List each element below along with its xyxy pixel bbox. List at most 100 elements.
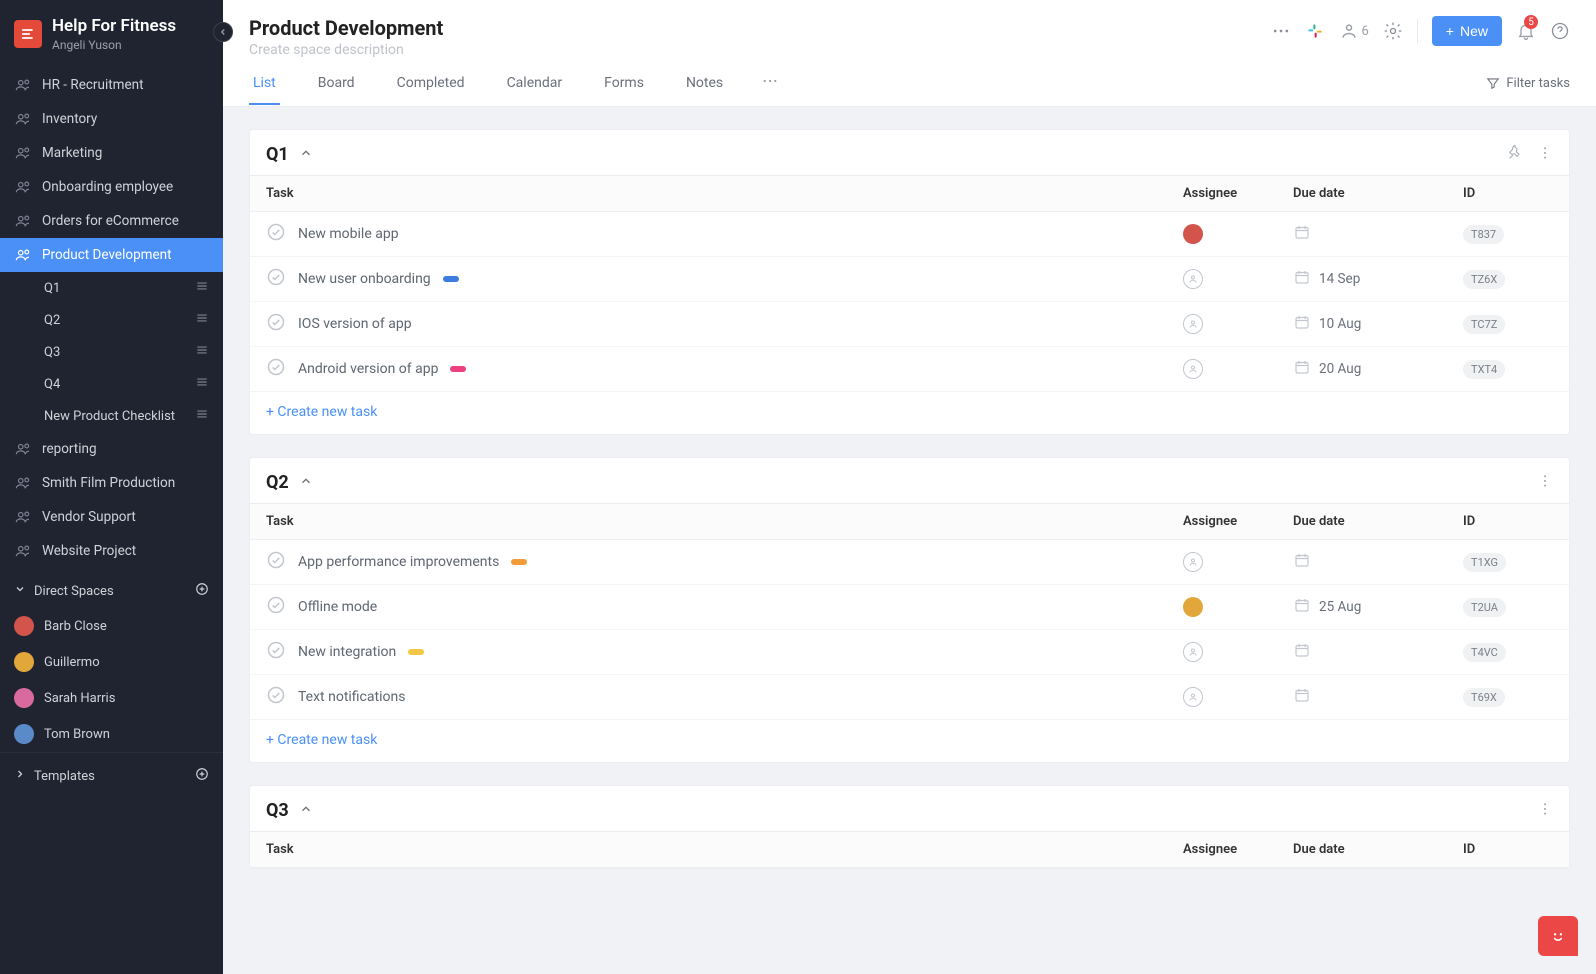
drag-grip-icon[interactable] <box>195 407 209 425</box>
calendar-icon[interactable] <box>1293 551 1311 573</box>
collapse-sidebar-button[interactable] <box>213 22 233 42</box>
due-date-text: 20 Aug <box>1319 361 1361 377</box>
chat-fab-button[interactable] <box>1538 916 1578 956</box>
drag-grip-icon[interactable] <box>195 375 209 393</box>
new-button[interactable]: + New <box>1432 16 1502 46</box>
view-tab[interactable]: Completed <box>393 75 469 103</box>
assignee-cell <box>1183 642 1293 662</box>
direct-spaces-header[interactable]: Direct Spaces <box>0 568 223 608</box>
calendar-icon[interactable] <box>1293 641 1311 663</box>
collapse-group-icon[interactable] <box>299 802 313 820</box>
complete-check-icon[interactable] <box>266 312 286 336</box>
task-row[interactable]: Text notificationsT69X <box>250 675 1569 720</box>
sidebar-space-item[interactable]: Inventory <box>0 102 223 136</box>
due-date-cell[interactable] <box>1293 641 1463 663</box>
content-scroll[interactable]: Q1TaskAssigneeDue dateIDNew mobile appT8… <box>223 107 1596 974</box>
assignee-avatar[interactable] <box>1183 224 1203 244</box>
workspace-name[interactable]: Help For Fitness <box>52 16 176 36</box>
unassigned-icon[interactable] <box>1183 314 1203 334</box>
assignee-cell <box>1183 269 1293 289</box>
complete-check-icon[interactable] <box>266 595 286 619</box>
unassigned-icon[interactable] <box>1183 552 1203 572</box>
view-tab[interactable]: Calendar <box>503 75 567 103</box>
group-more-icon[interactable] <box>1537 801 1553 821</box>
more-options-icon[interactable] <box>1271 21 1291 41</box>
settings-gear-icon[interactable] <box>1383 21 1403 41</box>
sidebar-sublist-item[interactable]: Q2 <box>0 304 223 336</box>
sidebar-space-item[interactable]: reporting <box>0 432 223 466</box>
view-tab[interactable]: Board <box>314 75 359 103</box>
direct-space-item[interactable]: Sarah Harris <box>0 680 223 716</box>
drag-grip-icon[interactable] <box>195 311 209 329</box>
sidebar-subitem-label: Q1 <box>44 281 60 296</box>
sidebar-sublist-item[interactable]: Q3 <box>0 336 223 368</box>
complete-check-icon[interactable] <box>266 640 286 664</box>
drag-grip-icon[interactable] <box>195 279 209 297</box>
slack-icon[interactable] <box>1305 21 1325 41</box>
sidebar-space-item[interactable]: Smith Film Production <box>0 466 223 500</box>
task-row[interactable]: New mobile appT837 <box>250 212 1569 257</box>
direct-space-item[interactable]: Barb Close <box>0 608 223 644</box>
unassigned-icon[interactable] <box>1183 269 1203 289</box>
direct-space-item[interactable]: Tom Brown <box>0 716 223 752</box>
due-date-cell[interactable] <box>1293 551 1463 573</box>
current-user-name[interactable]: Angeli Yuson <box>52 38 176 52</box>
unassigned-icon[interactable] <box>1183 359 1203 379</box>
complete-check-icon[interactable] <box>266 357 286 381</box>
complete-check-icon[interactable] <box>266 222 286 246</box>
complete-check-icon[interactable] <box>266 550 286 574</box>
task-row[interactable]: App performance improvementsT1XG <box>250 540 1569 585</box>
help-icon[interactable] <box>1550 21 1570 41</box>
pin-icon[interactable] <box>1507 145 1523 165</box>
assignee-avatar[interactable] <box>1183 597 1203 617</box>
unassigned-icon[interactable] <box>1183 642 1203 662</box>
view-tab[interactable]: Forms <box>600 75 648 103</box>
templates-section[interactable]: Templates <box>0 752 223 799</box>
due-date-cell[interactable]: 20 Aug <box>1293 358 1463 380</box>
task-name: Android version of app <box>298 361 438 377</box>
sidebar-sublist-item[interactable]: Q4 <box>0 368 223 400</box>
sidebar-sublist-item[interactable]: New Product Checklist <box>0 400 223 432</box>
add-template-icon[interactable] <box>195 767 209 785</box>
drag-grip-icon[interactable] <box>195 343 209 361</box>
task-row[interactable]: Android version of app20 AugTXT4 <box>250 347 1569 392</box>
user-avatar <box>14 688 34 708</box>
sidebar-space-item[interactable]: Product Development <box>0 238 223 272</box>
group-more-icon[interactable] <box>1537 145 1553 165</box>
sidebar-sublist-item[interactable]: Q1 <box>0 272 223 304</box>
sidebar-space-item[interactable]: HR - Recruitment <box>0 68 223 102</box>
space-description-placeholder[interactable]: Create space description <box>249 42 443 58</box>
calendar-icon[interactable] <box>1293 686 1311 708</box>
due-date-cell[interactable] <box>1293 686 1463 708</box>
unassigned-icon[interactable] <box>1183 687 1203 707</box>
sidebar-space-item[interactable]: Marketing <box>0 136 223 170</box>
task-row[interactable]: IOS version of app10 AugTC7Z <box>250 302 1569 347</box>
filter-tasks-button[interactable]: Filter tasks <box>1486 76 1570 103</box>
due-date-cell[interactable]: 25 Aug <box>1293 596 1463 618</box>
task-row[interactable]: New user onboarding14 SepTZ6X <box>250 257 1569 302</box>
share-button[interactable]: 6 <box>1339 21 1368 41</box>
group-more-icon[interactable] <box>1537 473 1553 493</box>
due-date-cell[interactable]: 14 Sep <box>1293 268 1463 290</box>
due-date-cell[interactable] <box>1293 223 1463 245</box>
direct-space-item[interactable]: Guillermo <box>0 644 223 680</box>
complete-check-icon[interactable] <box>266 685 286 709</box>
add-direct-space-icon[interactable] <box>195 582 209 600</box>
more-tabs-icon[interactable] <box>761 72 779 106</box>
sidebar-space-item[interactable]: Website Project <box>0 534 223 568</box>
sidebar-space-item[interactable]: Vendor Support <box>0 500 223 534</box>
sidebar-space-item[interactable]: Onboarding employee <box>0 170 223 204</box>
collapse-group-icon[interactable] <box>299 146 313 164</box>
create-new-task-link[interactable]: + Create new task <box>250 392 1569 434</box>
create-new-task-link[interactable]: + Create new task <box>250 720 1569 762</box>
view-tab[interactable]: List <box>249 75 280 105</box>
due-date-cell[interactable]: 10 Aug <box>1293 313 1463 335</box>
task-row[interactable]: New integrationT4VC <box>250 630 1569 675</box>
sidebar-space-item[interactable]: Orders for eCommerce <box>0 204 223 238</box>
notifications-bell-icon[interactable]: 5 <box>1516 21 1536 41</box>
calendar-icon[interactable] <box>1293 223 1311 245</box>
view-tab[interactable]: Notes <box>682 75 727 103</box>
complete-check-icon[interactable] <box>266 267 286 291</box>
collapse-group-icon[interactable] <box>299 474 313 492</box>
task-row[interactable]: Offline mode25 AugT2UA <box>250 585 1569 630</box>
